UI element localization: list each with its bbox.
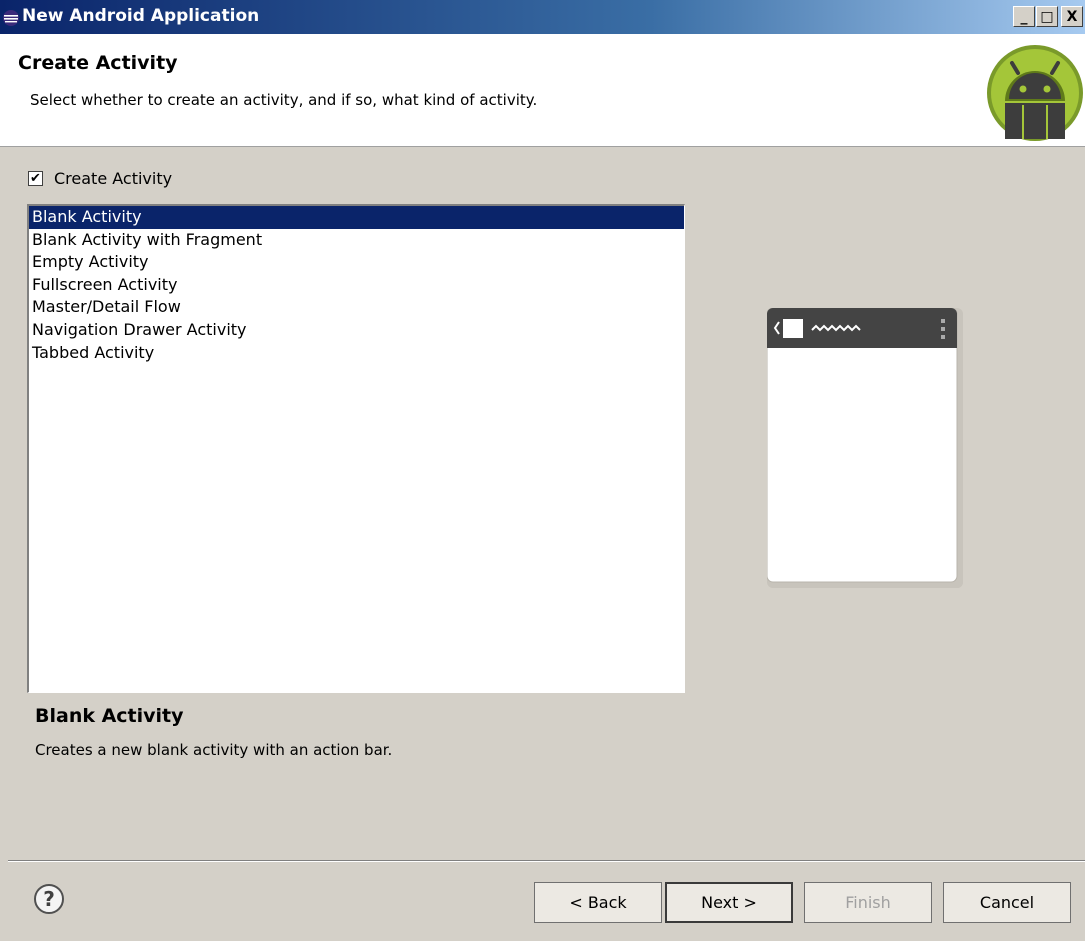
list-item-tabbed-activity[interactable]: Tabbed Activity <box>29 342 684 365</box>
activity-template-list[interactable]: Blank Activity Blank Activity with Fragm… <box>27 204 685 693</box>
list-item-blank-activity[interactable]: Blank Activity <box>29 206 684 229</box>
next-button[interactable]: Next > <box>665 882 793 923</box>
list-item-blank-activity-with-fragment[interactable]: Blank Activity with Fragment <box>29 229 684 252</box>
page-title: Create Activity <box>18 52 178 74</box>
selected-template-description: Creates a new blank activity with an act… <box>35 741 393 759</box>
back-button[interactable]: < Back <box>534 882 662 923</box>
android-logo-icon <box>987 45 1083 141</box>
create-activity-label[interactable]: Create Activity <box>54 169 172 188</box>
checkmark-icon: ✔ <box>30 171 41 186</box>
finish-button[interactable]: Finish <box>804 882 932 923</box>
title-bar[interactable]: New Android Application _ □ X <box>0 0 1085 34</box>
minimize-button[interactable]: _ <box>1013 6 1035 27</box>
selected-template-title: Blank Activity <box>35 705 184 727</box>
close-button[interactable]: X <box>1061 6 1083 27</box>
window-title: New Android Application <box>22 6 260 26</box>
maximize-icon: □ <box>1040 8 1054 25</box>
maximize-button[interactable]: □ <box>1036 6 1058 27</box>
page-description: Select whether to create an activity, an… <box>30 91 538 109</box>
list-item-master-detail-flow[interactable]: Master/Detail Flow <box>29 296 684 319</box>
wizard-header: Create Activity Select whether to create… <box>0 34 1085 147</box>
list-item-navigation-drawer-activity[interactable]: Navigation Drawer Activity <box>29 319 684 342</box>
create-activity-checkbox-row[interactable]: ✔ Create Activity <box>28 169 172 188</box>
close-icon: X <box>1066 8 1078 25</box>
cancel-button[interactable]: Cancel <box>943 882 1071 923</box>
help-glyph: ? <box>43 887 55 911</box>
list-item-empty-activity[interactable]: Empty Activity <box>29 251 684 274</box>
activity-preview-image <box>767 308 963 588</box>
button-bar-separator <box>8 860 1085 862</box>
eclipse-app-icon <box>3 10 19 26</box>
minimize-icon: _ <box>1020 8 1028 25</box>
list-item-fullscreen-activity[interactable]: Fullscreen Activity <box>29 274 684 297</box>
help-icon[interactable]: ? <box>33 883 65 915</box>
create-activity-checkbox[interactable]: ✔ <box>28 171 43 186</box>
